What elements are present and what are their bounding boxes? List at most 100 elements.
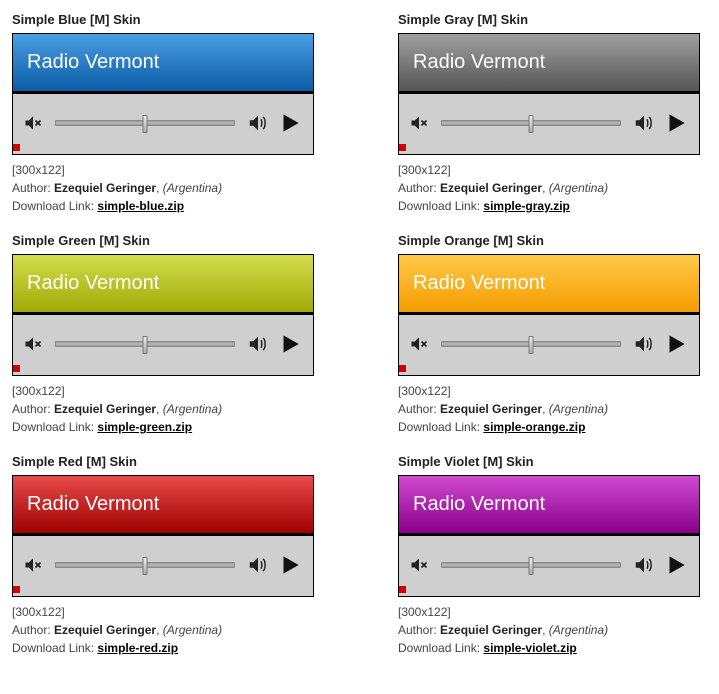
player-controls — [399, 315, 699, 372]
author-prefix: Author: — [12, 623, 54, 637]
volume-thumb[interactable] — [529, 557, 534, 575]
download-line: Download Link: simple-gray.zip — [398, 197, 708, 215]
author-country: (Argentina) — [163, 623, 222, 637]
download-prefix: Download Link: — [12, 641, 97, 655]
volume-icon[interactable] — [633, 333, 655, 355]
player-widget: Radio Vermont — [398, 254, 700, 376]
skin-card: Simple Violet [M] Skin Radio Vermont [30… — [398, 454, 708, 657]
volume-thumb[interactable] — [529, 336, 534, 354]
volume-thumb[interactable] — [143, 336, 148, 354]
download-prefix: Download Link: — [398, 420, 483, 434]
play-button[interactable] — [663, 110, 689, 136]
author-prefix: Author: — [12, 181, 54, 195]
author-sep: , — [542, 623, 549, 637]
resize-handle-icon — [399, 144, 406, 151]
player-controls — [399, 536, 699, 593]
volume-slider[interactable] — [55, 562, 235, 568]
author-name: Ezequiel Geringer — [54, 181, 156, 195]
author-prefix: Author: — [398, 181, 440, 195]
download-link[interactable]: simple-violet.zip — [483, 641, 576, 655]
mute-icon[interactable] — [23, 555, 43, 575]
skin-title: Simple Green [M] Skin — [12, 233, 322, 248]
volume-icon[interactable] — [633, 554, 655, 576]
player-header: Radio Vermont — [13, 255, 313, 315]
station-name: Radio Vermont — [27, 493, 159, 516]
volume-thumb[interactable] — [529, 115, 534, 133]
download-line: Download Link: simple-green.zip — [12, 418, 322, 436]
author-sep: , — [542, 402, 549, 416]
skin-meta: [300x122] Author: Ezequiel Geringer, (Ar… — [12, 603, 322, 657]
author-line: Author: Ezequiel Geringer, (Argentina) — [12, 621, 322, 639]
dimensions-label: [300x122] — [12, 161, 322, 179]
skin-title: Simple Orange [M] Skin — [398, 233, 708, 248]
play-button[interactable] — [277, 552, 303, 578]
mute-icon[interactable] — [409, 334, 429, 354]
volume-thumb[interactable] — [143, 115, 148, 133]
play-button[interactable] — [277, 110, 303, 136]
download-line: Download Link: simple-violet.zip — [398, 639, 708, 657]
author-country: (Argentina) — [549, 623, 608, 637]
mute-icon[interactable] — [409, 113, 429, 133]
skin-card: Simple Blue [M] Skin Radio Vermont [300x… — [12, 12, 322, 215]
download-prefix: Download Link: — [12, 199, 97, 213]
author-line: Author: Ezequiel Geringer, (Argentina) — [398, 621, 708, 639]
play-button[interactable] — [663, 552, 689, 578]
volume-thumb[interactable] — [143, 557, 148, 575]
player-header: Radio Vermont — [399, 255, 699, 315]
download-line: Download Link: simple-orange.zip — [398, 418, 708, 436]
player-widget: Radio Vermont — [398, 33, 700, 155]
dimensions-label: [300x122] — [398, 603, 708, 621]
dimensions-label: [300x122] — [12, 382, 322, 400]
volume-icon[interactable] — [247, 333, 269, 355]
player-controls — [399, 94, 699, 151]
skin-card: Simple Gray [M] Skin Radio Vermont [300x… — [398, 12, 708, 215]
download-link[interactable]: simple-gray.zip — [483, 199, 569, 213]
author-sep: , — [156, 181, 163, 195]
station-name: Radio Vermont — [413, 272, 545, 295]
volume-icon[interactable] — [247, 554, 269, 576]
skin-title: Simple Violet [M] Skin — [398, 454, 708, 469]
play-button[interactable] — [277, 331, 303, 357]
mute-icon[interactable] — [23, 334, 43, 354]
volume-slider[interactable] — [441, 562, 621, 568]
author-country: (Argentina) — [163, 181, 222, 195]
download-link[interactable]: simple-red.zip — [97, 641, 178, 655]
download-link[interactable]: simple-orange.zip — [483, 420, 585, 434]
skin-meta: [300x122] Author: Ezequiel Geringer, (Ar… — [12, 382, 322, 436]
author-name: Ezequiel Geringer — [54, 402, 156, 416]
play-button[interactable] — [663, 331, 689, 357]
author-country: (Argentina) — [163, 402, 222, 416]
author-sep: , — [156, 402, 163, 416]
download-line: Download Link: simple-blue.zip — [12, 197, 322, 215]
download-link[interactable]: simple-blue.zip — [97, 199, 184, 213]
download-prefix: Download Link: — [12, 420, 97, 434]
mute-icon[interactable] — [23, 113, 43, 133]
resize-handle-icon — [13, 144, 20, 151]
player-header: Radio Vermont — [399, 476, 699, 536]
volume-slider[interactable] — [441, 120, 621, 126]
player-header: Radio Vermont — [399, 34, 699, 94]
player-header: Radio Vermont — [13, 34, 313, 94]
volume-slider[interactable] — [55, 120, 235, 126]
author-sep: , — [542, 181, 549, 195]
player-controls — [13, 536, 313, 593]
skin-meta: [300x122] Author: Ezequiel Geringer, (Ar… — [398, 382, 708, 436]
volume-slider[interactable] — [441, 341, 621, 347]
skin-meta: [300x122] Author: Ezequiel Geringer, (Ar… — [398, 161, 708, 215]
author-name: Ezequiel Geringer — [440, 181, 542, 195]
station-name: Radio Vermont — [27, 51, 159, 74]
player-controls — [13, 315, 313, 372]
volume-icon[interactable] — [633, 112, 655, 134]
author-name: Ezequiel Geringer — [440, 402, 542, 416]
volume-slider[interactable] — [55, 341, 235, 347]
volume-icon[interactable] — [247, 112, 269, 134]
author-name: Ezequiel Geringer — [440, 623, 542, 637]
station-name: Radio Vermont — [413, 493, 545, 516]
dimensions-label: [300x122] — [12, 603, 322, 621]
skin-title: Simple Red [M] Skin — [12, 454, 322, 469]
dimensions-label: [300x122] — [398, 382, 708, 400]
author-prefix: Author: — [398, 402, 440, 416]
resize-handle-icon — [13, 586, 20, 593]
download-link[interactable]: simple-green.zip — [97, 420, 192, 434]
mute-icon[interactable] — [409, 555, 429, 575]
